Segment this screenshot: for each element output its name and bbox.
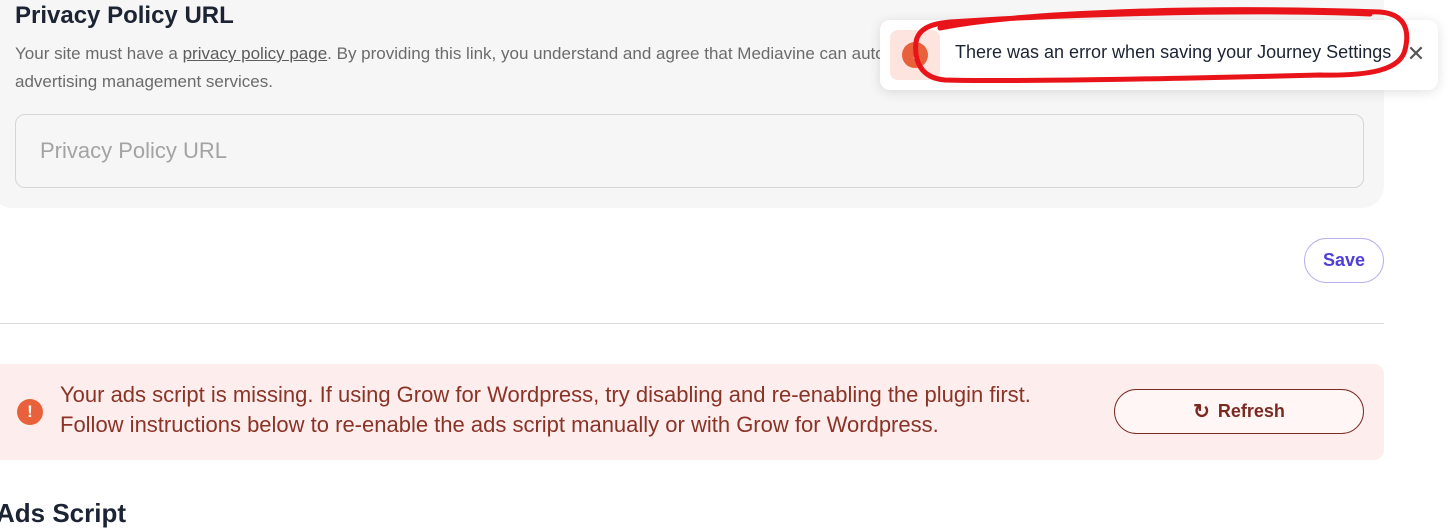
description-line-1: Your site must have a privacy policy pag… [15, 40, 915, 68]
exclamation-circle-icon: ! [902, 42, 928, 68]
toast-icon-container: ! [890, 30, 940, 80]
section-divider [0, 323, 1384, 324]
privacy-policy-page-link[interactable]: privacy policy page [183, 44, 328, 63]
alert-message-line-1: Your ads script is missing. If using Gro… [60, 382, 1031, 407]
privacy-policy-title: Privacy Policy URL [15, 2, 234, 29]
error-toast: ! There was an error when saving your Jo… [880, 20, 1438, 90]
privacy-policy-url-input[interactable] [15, 114, 1364, 188]
alert-message-line-2: Follow instructions below to re-enable t… [60, 412, 939, 437]
refresh-button[interactable]: ↻ Refresh [1114, 389, 1364, 434]
description-line-2: advertising management services. [15, 72, 273, 91]
close-icon[interactable]: ✕ [1404, 41, 1428, 67]
toast-message: There was an error when saving your Jour… [955, 42, 1392, 62]
description-text: . By providing this link, you understand… [327, 44, 885, 63]
description-text: Your site must have a [15, 44, 183, 63]
privacy-policy-description: Your site must have a privacy policy pag… [15, 40, 915, 96]
save-button[interactable]: Save [1304, 238, 1384, 283]
refresh-icon: ↻ [1193, 400, 1210, 423]
refresh-button-label: Refresh [1217, 401, 1285, 421]
alert-message: Your ads script is missing. If using Gro… [60, 380, 1070, 440]
ads-script-title: Ads Script [0, 498, 127, 528]
exclamation-circle-icon: ! [17, 399, 43, 425]
